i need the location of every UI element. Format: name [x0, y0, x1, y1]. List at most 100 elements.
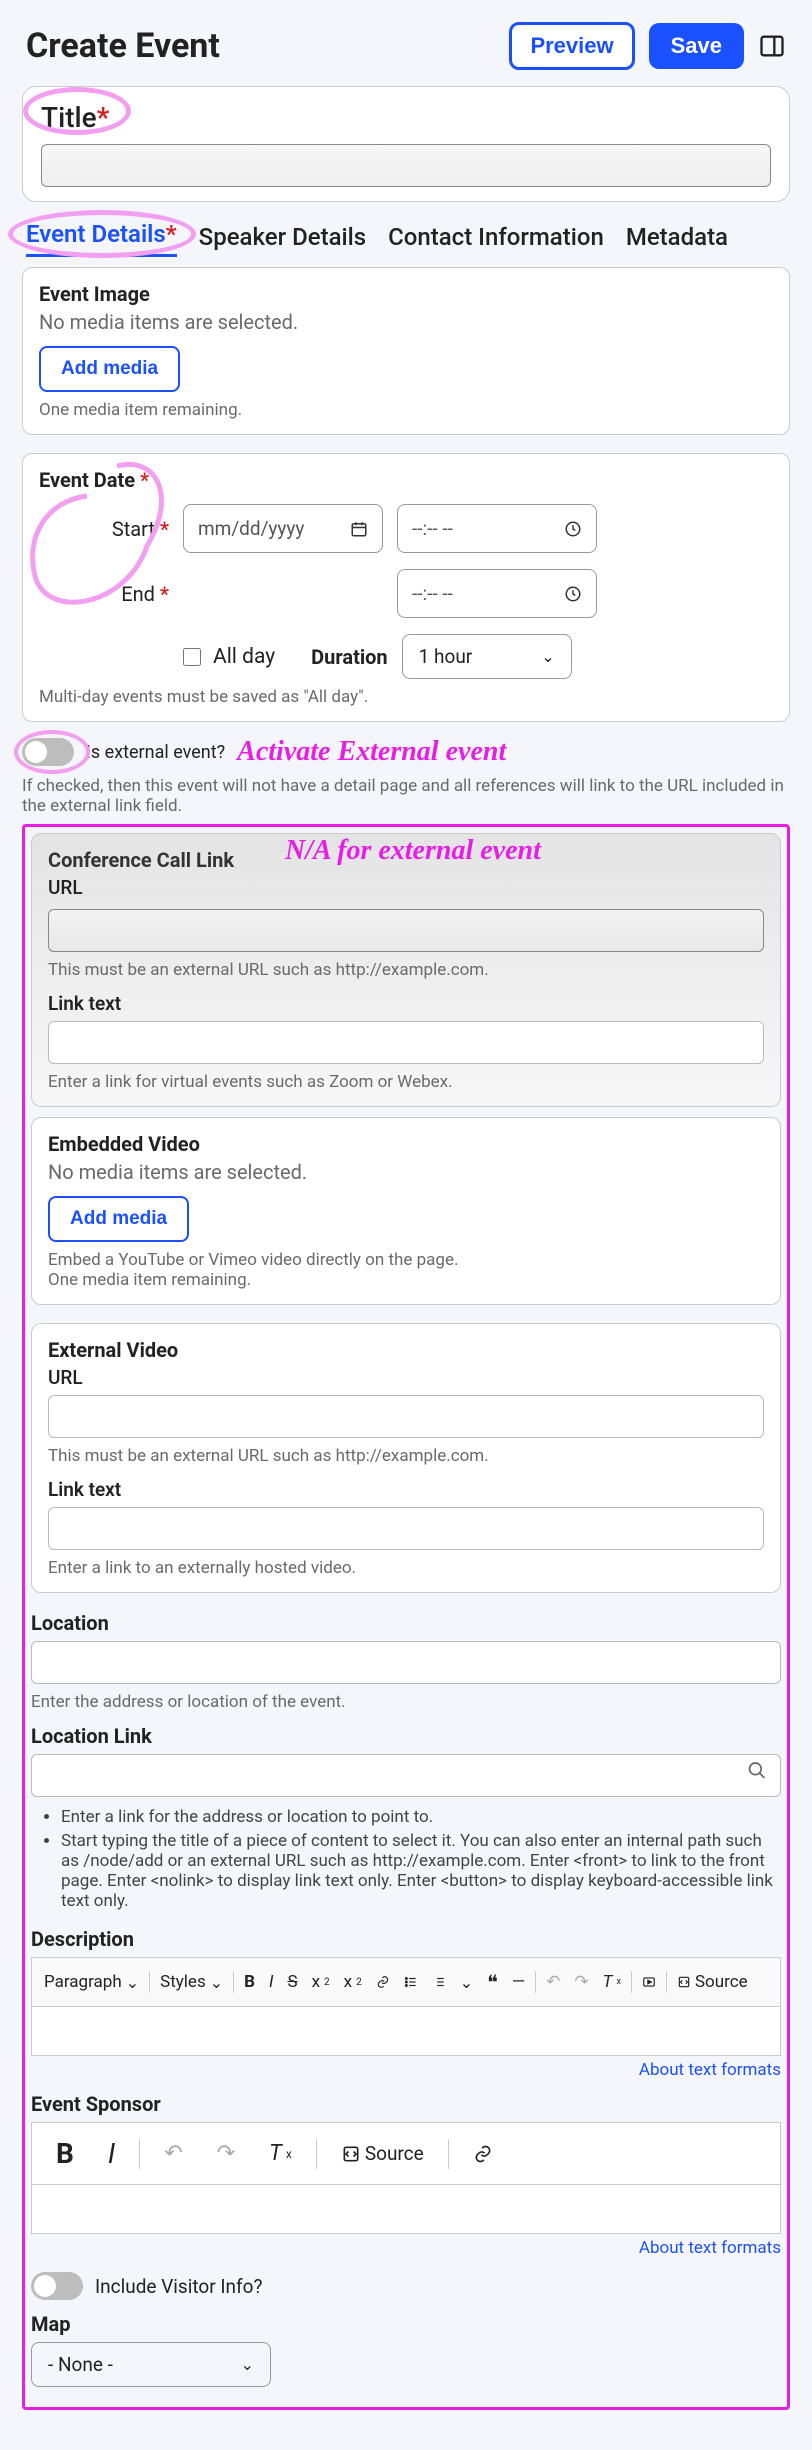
superscript-button[interactable]: x2	[338, 1968, 368, 1996]
start-label: Start *	[39, 517, 169, 541]
conf-call-link-help: Enter a link for virtual events such as …	[48, 1072, 764, 1092]
title-card: Title*	[22, 86, 790, 202]
sponsor-editor[interactable]	[31, 2184, 781, 2234]
embedded-video-section: Embedded Video No media items are select…	[31, 1117, 781, 1305]
location-link-label: Location Link	[31, 1724, 781, 1748]
bulletlist-button[interactable]	[398, 1971, 424, 1993]
undo-button[interactable]: ↶	[540, 1968, 566, 1996]
event-date-section: Event Date * Start * mm/dd/yyyy --:-- --…	[22, 453, 790, 722]
tab-contact-information[interactable]: Contact Information	[388, 223, 604, 257]
multiday-help: Multi-day events must be saved as "All d…	[39, 687, 773, 707]
subscript-button[interactable]: x2	[306, 1968, 336, 1996]
location-link-input[interactable]	[31, 1754, 781, 1797]
sponsor-undo-button[interactable]: ↶	[152, 2137, 194, 2170]
embedded-video-label: Embedded Video	[48, 1132, 764, 1156]
media-button[interactable]	[636, 1971, 662, 1993]
conf-call-label: Conference Call Link	[48, 848, 764, 872]
event-image-section: Event Image No media items are selected.…	[22, 267, 790, 435]
visitor-info-toggle[interactable]	[31, 2272, 83, 2300]
external-video-url-input[interactable]	[48, 1395, 764, 1438]
external-video-url-help: This must be an external URL such as htt…	[48, 1446, 764, 1466]
external-event-toggle[interactable]	[22, 738, 74, 766]
start-date-input[interactable]: mm/dd/yyyy	[183, 504, 383, 553]
sponsor-link-button[interactable]	[461, 2140, 505, 2168]
conf-call-section: Conference Call Link URL This must be an…	[31, 833, 781, 1107]
allday-checkbox[interactable]	[183, 648, 201, 666]
strike-button[interactable]: S	[281, 1968, 303, 1996]
clock-icon	[564, 585, 582, 603]
title-label: Title*	[41, 101, 109, 134]
redo-button[interactable]: ↷	[568, 1968, 594, 1996]
description-label: Description	[31, 1927, 781, 1951]
embedded-video-empty: No media items are selected.	[48, 1160, 764, 1184]
end-label: End *	[39, 582, 169, 606]
conf-call-linktext-input[interactable]	[48, 1021, 764, 1064]
hr-button[interactable]: —	[506, 1968, 531, 1996]
preview-button[interactable]: Preview	[509, 22, 634, 70]
tabs: Event Details* Speaker Details Contact I…	[22, 220, 790, 257]
description-editor[interactable]	[31, 2006, 781, 2056]
external-video-linktext-input[interactable]	[48, 1507, 764, 1550]
external-event-help: If checked, then this event will not hav…	[22, 776, 790, 816]
chevron-down-icon: ⌄	[541, 647, 554, 666]
allday-label: All day	[213, 645, 275, 669]
sponsor-source-button[interactable]: Source	[329, 2138, 436, 2169]
annotation-text-activate: Activate External event	[237, 736, 506, 768]
tab-event-details[interactable]: Event Details*	[26, 220, 177, 257]
tab-metadata[interactable]: Metadata	[626, 223, 728, 257]
sponsor-italic-button[interactable]: I	[96, 2133, 127, 2174]
event-date-label: Event Date *	[39, 468, 773, 492]
location-input[interactable]	[31, 1641, 781, 1684]
start-time-input[interactable]: --:-- --	[397, 504, 597, 553]
save-button[interactable]: Save	[649, 23, 744, 69]
event-image-empty: No media items are selected.	[39, 310, 773, 334]
add-media-button-video[interactable]: Add media	[48, 1196, 189, 1242]
numberlist-dropdown[interactable]: ⌄	[454, 1969, 479, 1996]
link-button[interactable]	[370, 1971, 396, 1993]
sponsor-toolbar: B I ↶ ↷ Tx Source	[31, 2122, 781, 2184]
event-image-label: Event Image	[39, 282, 773, 306]
clear-format-button[interactable]: Tx	[597, 1968, 627, 1996]
chevron-down-icon: ⌄	[241, 2355, 254, 2374]
external-video-linktext-label: Link text	[48, 1478, 764, 1501]
conf-call-linktext-label: Link text	[48, 992, 764, 1015]
italic-button[interactable]: I	[263, 1968, 279, 1996]
conf-call-url-input[interactable]	[48, 909, 764, 952]
external-event-label: Is external event?	[86, 742, 225, 763]
embedded-video-help2: One media item remaining.	[48, 1270, 764, 1290]
title-input[interactable]	[41, 144, 771, 187]
duration-label: Duration	[311, 645, 387, 669]
add-media-button[interactable]: Add media	[39, 346, 180, 392]
embedded-video-help1: Embed a YouTube or Vimeo video directly …	[48, 1250, 764, 1270]
numberlist-button[interactable]	[426, 1971, 452, 1993]
map-label: Map	[31, 2312, 781, 2336]
map-select[interactable]: - None - ⌄	[31, 2342, 271, 2387]
location-label: Location	[31, 1611, 781, 1635]
visitor-info-label: Include Visitor Info?	[95, 2275, 262, 2298]
paragraph-select[interactable]: Paragraph ⌄	[38, 1968, 145, 1996]
source-button[interactable]: Source	[671, 1968, 754, 1996]
location-help: Enter the address or location of the eve…	[31, 1692, 781, 1712]
blockquote-button[interactable]: ❝	[481, 1966, 504, 1998]
conf-call-url-help: This must be an external URL such as htt…	[48, 960, 764, 980]
event-image-remaining: One media item remaining.	[39, 400, 773, 420]
sidebar-toggle-icon[interactable]	[758, 32, 786, 60]
about-text-formats-link[interactable]: About text formats	[639, 2060, 781, 2080]
clock-icon	[564, 520, 582, 538]
tab-speaker-details[interactable]: Speaker Details	[199, 223, 366, 257]
sponsor-bold-button[interactable]: B	[44, 2133, 86, 2174]
sponsor-label: Event Sponsor	[31, 2092, 781, 2116]
location-link-help-2: Start typing the title of a piece of con…	[61, 1831, 781, 1911]
styles-select[interactable]: Styles ⌄	[154, 1968, 229, 1996]
bold-button[interactable]: B	[238, 1968, 261, 1996]
external-video-url-label: URL	[48, 1366, 764, 1389]
end-time-input[interactable]: --:-- --	[397, 569, 597, 618]
location-link-help-1: Enter a link for the address or location…	[61, 1807, 781, 1827]
search-icon	[747, 1760, 767, 1785]
sponsor-about-link[interactable]: About text formats	[639, 2238, 781, 2258]
duration-select[interactable]: 1 hour ⌄	[402, 634, 572, 679]
sponsor-redo-button[interactable]: ↷	[205, 2137, 247, 2170]
page-title: Create Event	[26, 26, 220, 66]
external-video-link-help: Enter a link to an externally hosted vid…	[48, 1558, 764, 1578]
sponsor-clear-format-button[interactable]: Tx	[257, 2137, 304, 2170]
